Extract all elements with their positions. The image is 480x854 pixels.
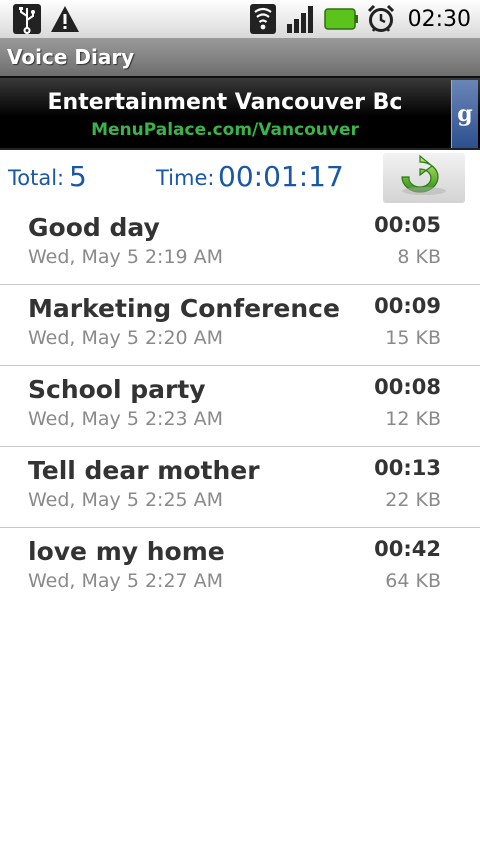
alarm-icon bbox=[366, 4, 396, 34]
list-item[interactable]: Tell dear mother Wed, May 5 2:25 AM 00:1… bbox=[0, 447, 480, 528]
list-item[interactable]: Good day Wed, May 5 2:19 AM 00:05 8 KB bbox=[0, 204, 480, 285]
refresh-button[interactable] bbox=[383, 153, 465, 203]
recording-duration: 00:42 bbox=[374, 537, 441, 561]
ad-title[interactable]: Entertainment Vancouver Bc bbox=[0, 90, 450, 115]
recording-size: 64 KB bbox=[385, 570, 441, 592]
battery-icon bbox=[323, 4, 358, 34]
recording-size: 22 KB bbox=[385, 489, 441, 511]
recording-duration: 00:09 bbox=[374, 294, 441, 318]
recording-date: Wed, May 5 2:25 AM bbox=[28, 489, 224, 511]
time-value: 00:01:17 bbox=[218, 160, 344, 193]
recording-title: Marketing Conference bbox=[28, 294, 340, 323]
usb-icon bbox=[12, 4, 42, 34]
list-item[interactable]: love my home Wed, May 5 2:27 AM 00:42 64… bbox=[0, 528, 480, 609]
total-label: Total: bbox=[8, 166, 65, 190]
ad-google-icon[interactable]: g bbox=[451, 80, 478, 148]
time-label: Time: bbox=[156, 166, 215, 190]
recording-title: School party bbox=[28, 375, 206, 404]
recording-size: 12 KB bbox=[385, 408, 441, 430]
recording-date: Wed, May 5 2:20 AM bbox=[28, 327, 224, 349]
recording-title: Tell dear mother bbox=[28, 456, 260, 485]
app-title-bar: Voice Diary bbox=[0, 38, 480, 76]
warning-icon bbox=[50, 4, 80, 34]
app-title: Voice Diary bbox=[7, 45, 135, 69]
recording-date: Wed, May 5 2:27 AM bbox=[28, 570, 224, 592]
status-clock: 02:30 bbox=[407, 6, 471, 32]
status-bar: 02:30 bbox=[0, 0, 480, 38]
recording-duration: 00:13 bbox=[374, 456, 441, 480]
recording-title: Good day bbox=[28, 213, 160, 242]
recording-duration: 00:08 bbox=[374, 375, 441, 399]
list-item[interactable]: School party Wed, May 5 2:23 AM 00:08 12… bbox=[0, 366, 480, 447]
recording-list: Good day Wed, May 5 2:19 AM 00:05 8 KB M… bbox=[0, 204, 480, 609]
recording-date: Wed, May 5 2:23 AM bbox=[28, 408, 224, 430]
recording-date: Wed, May 5 2:19 AM bbox=[28, 246, 224, 268]
signal-icon bbox=[286, 4, 316, 34]
wifi-icon bbox=[248, 4, 278, 34]
total-value: 5 bbox=[69, 160, 87, 193]
recording-duration: 00:05 bbox=[374, 213, 441, 237]
refresh-icon bbox=[392, 153, 456, 203]
recording-size: 8 KB bbox=[397, 246, 441, 268]
recording-size: 15 KB bbox=[385, 327, 441, 349]
recording-title: love my home bbox=[28, 537, 225, 566]
summary-bar: Total: 5 Time: 00:01:17 bbox=[0, 150, 480, 206]
ad-url[interactable]: MenuPalace.com/Vancouver bbox=[0, 120, 450, 140]
ad-banner[interactable]: Entertainment Vancouver Bc MenuPalace.co… bbox=[0, 76, 480, 150]
list-item[interactable]: Marketing Conference Wed, May 5 2:20 AM … bbox=[0, 285, 480, 366]
